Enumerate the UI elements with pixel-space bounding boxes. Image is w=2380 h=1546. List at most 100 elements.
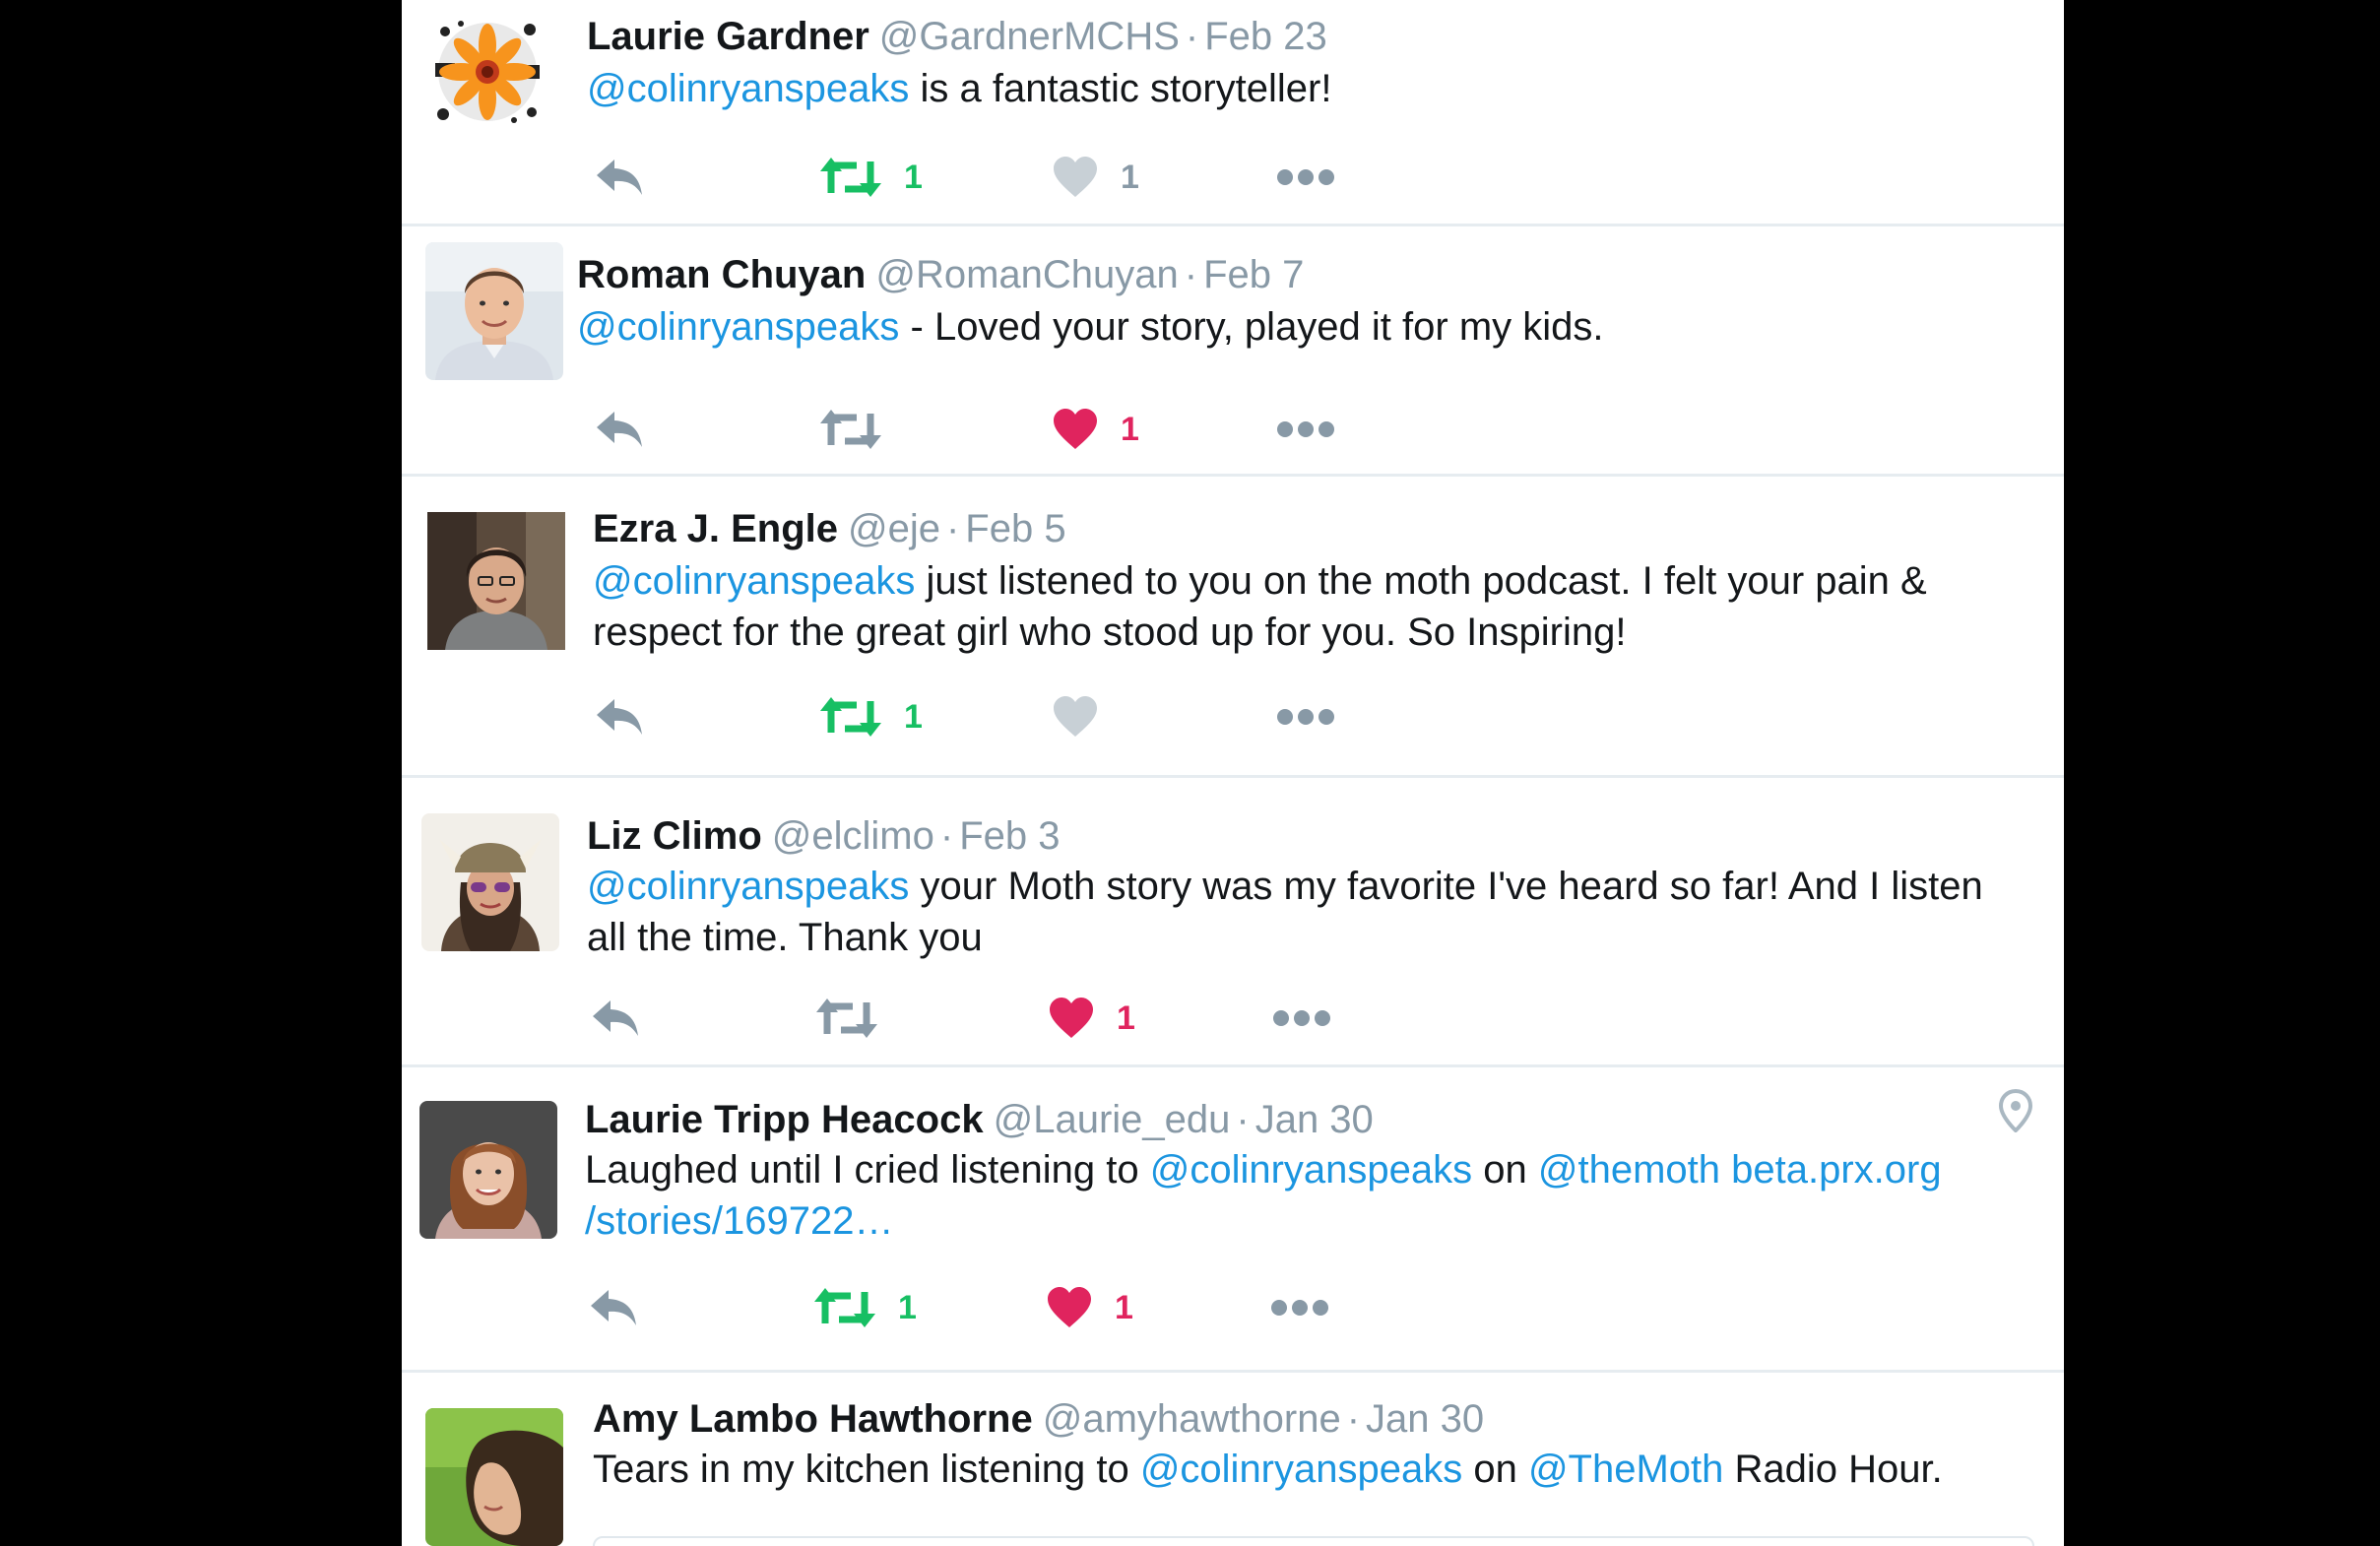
- tweet-card[interactable]: Liz Climo @elclimo · Feb 3 @colinryanspeaks…: [402, 778, 2064, 1067]
- avatar[interactable]: [425, 242, 563, 380]
- mention-link[interactable]: @themoth: [1538, 1148, 1720, 1192]
- mention-link[interactable]: @TheMoth: [1528, 1448, 1723, 1491]
- url-link-continued[interactable]: /stories/169722…: [585, 1199, 894, 1243]
- user-handle[interactable]: @eje: [848, 507, 940, 550]
- tweet-header: Amy Lambo Hawthorne @amyhawthorne · Jan 30: [593, 1392, 1484, 1446]
- tweet-text: @colinryanspeaks - Loved your story, pla…: [577, 301, 2005, 353]
- tweet-card[interactable]: Ezra J. Engle @eje · Feb 5 @colinryanspeaks…: [402, 477, 2064, 778]
- reply-icon: [591, 1290, 636, 1325]
- more-button[interactable]: [1276, 148, 1335, 207]
- avatar[interactable]: [427, 512, 565, 650]
- more-icon: [1277, 169, 1334, 185]
- tweet-date[interactable]: Feb 5: [965, 507, 1065, 550]
- tweet-header: Roman Chuyan @RomanChuyan · Feb 7: [577, 248, 1304, 301]
- retweet-button[interactable]: [819, 400, 904, 459]
- more-icon: [1277, 421, 1334, 437]
- heart-icon: [1050, 998, 1093, 1038]
- url-link[interactable]: beta.prx.org: [1731, 1148, 1941, 1192]
- tweet-card[interactable]: Laurie Tripp Heacock @Laurie_edu · Jan 30 L…: [402, 1067, 2064, 1373]
- like-button[interactable]: 1: [1052, 400, 1139, 459]
- reply-button[interactable]: [593, 400, 646, 459]
- heart-icon: [1054, 409, 1097, 449]
- mention-link[interactable]: @colinryanspeaks: [577, 305, 899, 349]
- tweet-actions: 1: [593, 400, 1479, 459]
- mention-link[interactable]: @colinryanspeaks: [593, 559, 915, 603]
- display-name[interactable]: Laurie Gardner: [587, 15, 869, 58]
- tweet-actions: 1: [593, 687, 1479, 746]
- more-button[interactable]: [1276, 687, 1335, 746]
- separator-dot: ·: [939, 814, 954, 858]
- user-handle[interactable]: @GardnerMCHS: [879, 15, 1180, 58]
- reply-button[interactable]: [593, 687, 646, 746]
- like-button[interactable]: [1052, 687, 1121, 746]
- tweet-card[interactable]: Roman Chuyan @RomanChuyan · Feb 7 @colinrya…: [402, 226, 2064, 477]
- user-handle[interactable]: @amyhawthorne: [1043, 1397, 1341, 1441]
- tweet-text: Laughed until I cried listening to @coli…: [585, 1144, 1985, 1247]
- tweet-date[interactable]: Feb 7: [1203, 253, 1304, 296]
- tweet-text: @colinryanspeaks just listened to you on…: [593, 555, 1985, 658]
- map-pin-icon[interactable]: [1999, 1089, 2032, 1132]
- retweet-button[interactable]: 1: [819, 687, 923, 746]
- reply-button[interactable]: [589, 989, 642, 1048]
- display-name[interactable]: Roman Chuyan: [577, 253, 866, 296]
- retweet-button[interactable]: 1: [819, 148, 923, 207]
- retweet-icon: [820, 158, 881, 197]
- tweet-text: @colinryanspeaks is a fantastic storytel…: [587, 63, 2005, 114]
- like-count: 1: [1115, 1288, 1133, 1326]
- avatar[interactable]: [419, 1101, 557, 1239]
- more-button[interactable]: [1276, 400, 1335, 459]
- separator-dot: ·: [1184, 253, 1198, 296]
- tweet-text-segment: Laughed until I cried listening to: [585, 1148, 1150, 1192]
- mention-link[interactable]: @colinryanspeaks: [587, 865, 909, 908]
- mention-link[interactable]: @colinryanspeaks: [1150, 1148, 1472, 1192]
- retweet-count: 1: [904, 158, 923, 196]
- tweet-header: Liz Climo @elclimo · Feb 3: [587, 809, 1060, 863]
- more-button[interactable]: [1272, 989, 1331, 1048]
- reply-icon: [597, 412, 642, 447]
- separator-dot: ·: [1346, 1397, 1361, 1441]
- retweet-icon: [820, 697, 881, 737]
- display-name[interactable]: Ezra J. Engle: [593, 507, 838, 550]
- separator-dot: ·: [1185, 15, 1199, 58]
- avatar[interactable]: [421, 813, 559, 951]
- more-button[interactable]: [1270, 1278, 1329, 1337]
- reply-button[interactable]: [593, 148, 646, 207]
- avatar[interactable]: [425, 1408, 563, 1546]
- user-handle[interactable]: @elclimo: [772, 814, 934, 858]
- tweet-actions: 1 1: [587, 1278, 1473, 1337]
- retweet-count: 1: [904, 697, 923, 736]
- tweet-date[interactable]: Jan 30: [1255, 1098, 1374, 1141]
- like-button[interactable]: 1: [1048, 989, 1135, 1048]
- display-name[interactable]: Liz Climo: [587, 814, 762, 858]
- tweet-text-segment: is a fantastic storyteller!: [909, 67, 1332, 110]
- display-name[interactable]: Laurie Tripp Heacock: [585, 1098, 984, 1141]
- heart-icon: [1054, 157, 1097, 197]
- like-count: 1: [1117, 998, 1135, 1037]
- reply-icon: [593, 1000, 638, 1036]
- retweet-icon: [814, 1288, 875, 1327]
- user-handle[interactable]: @Laurie_edu: [994, 1098, 1231, 1141]
- tweet-text-segment: Radio Hour.: [1723, 1448, 1943, 1491]
- tweet-date[interactable]: Jan 30: [1366, 1397, 1484, 1441]
- tweet-card[interactable]: Laurie Gardner @GardnerMCHS · Feb 23 @colin…: [402, 0, 2064, 226]
- retweet-button[interactable]: 1: [813, 1278, 917, 1337]
- tweet-text-segment: on: [1472, 1148, 1538, 1192]
- reply-icon: [597, 160, 642, 195]
- mention-link[interactable]: @colinryanspeaks: [1140, 1448, 1462, 1491]
- retweet-count: 1: [898, 1288, 917, 1326]
- tweet-date[interactable]: Feb 23: [1204, 15, 1327, 58]
- avatar[interactable]: [431, 16, 544, 128]
- mention-link[interactable]: @colinryanspeaks: [587, 67, 909, 110]
- media-card-edge[interactable]: [593, 1536, 2034, 1546]
- reply-button[interactable]: [587, 1278, 640, 1337]
- tweet-card[interactable]: Amy Lambo Hawthorne @amyhawthorne · Jan 30 …: [402, 1373, 2064, 1546]
- retweet-button[interactable]: [815, 989, 900, 1048]
- like-button[interactable]: 1: [1046, 1278, 1133, 1337]
- user-handle[interactable]: @RomanChuyan: [875, 253, 1178, 296]
- separator-dot: ·: [1236, 1098, 1250, 1141]
- tweet-text: Tears in my kitchen listening to @colinr…: [593, 1444, 2005, 1495]
- tweet-date[interactable]: Feb 3: [959, 814, 1060, 858]
- like-button[interactable]: 1: [1052, 148, 1139, 207]
- display-name[interactable]: Amy Lambo Hawthorne: [593, 1397, 1033, 1441]
- heart-icon: [1048, 1287, 1091, 1327]
